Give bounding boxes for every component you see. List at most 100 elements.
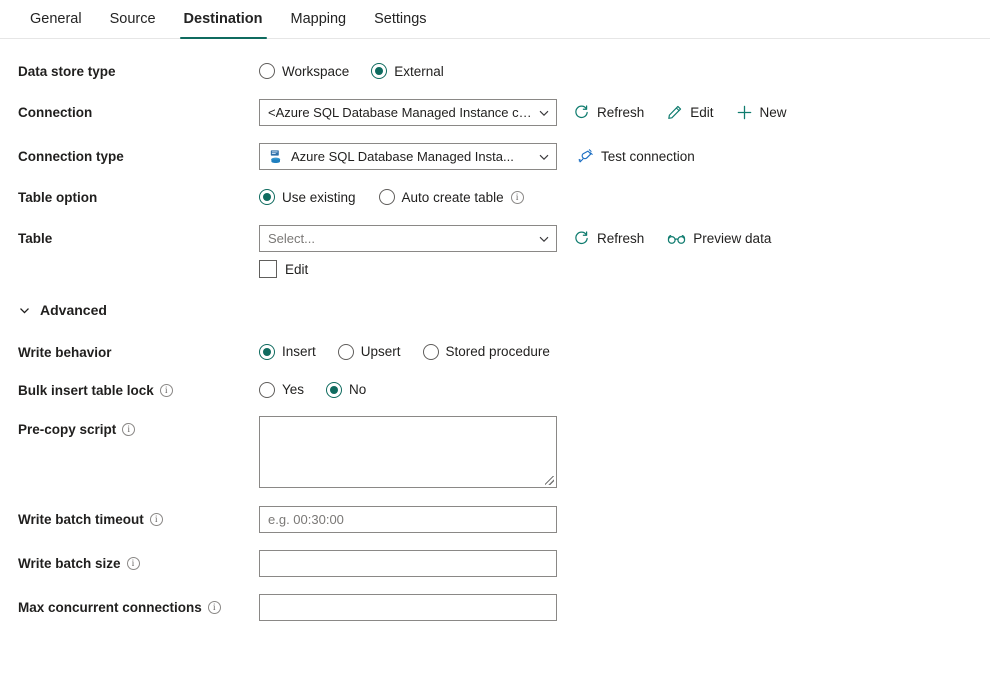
table-label-text: Table xyxy=(18,231,53,246)
write-batch-timeout-input[interactable]: e.g. 00:30:00 xyxy=(259,505,557,533)
pre-copy-script-label: Pre-copy script i xyxy=(0,416,259,443)
info-icon[interactable]: i xyxy=(207,600,221,614)
pre-copy-script-label-text: Pre-copy script xyxy=(18,421,117,437)
row-table-option: Table option Use existing Auto create ta… xyxy=(0,189,990,206)
data-store-type-radio-group: Workspace External xyxy=(259,63,444,79)
table-edit-checkbox[interactable]: Edit xyxy=(259,260,308,278)
max-concurrent-connections-label: Max concurrent connections i xyxy=(0,594,259,621)
tab-source[interactable]: Source xyxy=(96,0,170,38)
table-dropdown[interactable]: Select... xyxy=(259,225,557,252)
radio-table-option-use-existing[interactable]: Use existing xyxy=(259,189,356,205)
tab-settings-label: Settings xyxy=(374,11,427,27)
row-data-store-type: Data store type Workspace External xyxy=(0,63,990,80)
connection-type-control: Azure SQL Database Managed Insta... Test… xyxy=(259,143,990,170)
connection-label-text: Connection xyxy=(18,105,93,120)
pre-copy-script-control xyxy=(259,415,990,488)
info-icon[interactable]: i xyxy=(510,190,524,204)
connection-type-dropdown[interactable]: Azure SQL Database Managed Insta... xyxy=(259,143,557,170)
connection-new-label: New xyxy=(759,105,787,120)
radio-circle-icon xyxy=(337,343,354,360)
glasses-icon xyxy=(667,232,686,246)
advanced-section-header-wrap: Advanced xyxy=(0,302,990,322)
row-bulk-insert-table-lock: Bulk insert table lock i Yes No xyxy=(0,381,990,399)
bulk-insert-table-lock-label: Bulk insert table lock i xyxy=(0,382,259,399)
write-batch-size-label: Write batch size i xyxy=(0,550,259,577)
write-behavior-control: Insert Upsert Stored procedure xyxy=(259,343,990,360)
write-behavior-label: Write behavior xyxy=(0,344,259,361)
test-connection-label: Test connection xyxy=(601,149,695,164)
write-batch-timeout-control: e.g. 00:30:00 xyxy=(259,505,990,533)
destination-form: Data store type Workspace External Conne… xyxy=(0,63,990,621)
connection-type-label: Connection type xyxy=(0,143,259,170)
info-icon[interactable]: i xyxy=(159,383,173,397)
write-batch-size-input[interactable] xyxy=(259,549,557,577)
connection-refresh-button[interactable]: Refresh xyxy=(573,104,644,121)
radio-label: Workspace xyxy=(282,63,350,79)
radio-label: Yes xyxy=(282,382,305,397)
radio-write-behavior-stored-procedure[interactable]: Stored procedure xyxy=(422,343,550,360)
row-max-concurrent-connections: Max concurrent connections i xyxy=(0,593,990,621)
table-dropdown-placeholder: Select... xyxy=(268,231,315,246)
tab-mapping-label: Mapping xyxy=(290,11,347,27)
tab-settings[interactable]: Settings xyxy=(360,0,440,38)
connection-type-commands: Test connection xyxy=(577,148,695,165)
data-store-type-label-text: Data store type xyxy=(18,64,116,79)
connection-commands: Refresh Edit New xyxy=(573,104,787,121)
radio-bulk-insert-no[interactable]: No xyxy=(326,381,366,398)
tab-mapping[interactable]: Mapping xyxy=(277,0,361,38)
connection-new-button[interactable]: New xyxy=(736,104,787,121)
row-connection: Connection <Azure SQL Database Managed I… xyxy=(0,99,990,126)
write-batch-timeout-placeholder: e.g. 00:30:00 xyxy=(268,511,344,527)
connection-edit-label: Edit xyxy=(690,105,714,120)
table-option-label: Table option xyxy=(0,189,259,206)
radio-circle-icon xyxy=(259,63,275,79)
info-icon[interactable]: i xyxy=(149,512,163,526)
advanced-section-header[interactable]: Advanced xyxy=(0,302,107,318)
tab-general-label: General xyxy=(30,11,82,27)
tab-destination[interactable]: Destination xyxy=(170,0,277,39)
connection-type-dropdown-value: Azure SQL Database Managed Insta... xyxy=(291,149,514,164)
radio-bulk-insert-yes[interactable]: Yes xyxy=(259,381,305,398)
radio-circle-icon xyxy=(422,343,439,360)
radio-data-store-type-workspace[interactable]: Workspace xyxy=(259,63,349,79)
info-icon[interactable]: i xyxy=(126,556,140,570)
radio-data-store-type-external[interactable]: External xyxy=(371,63,444,79)
write-batch-size-label-text: Write batch size xyxy=(18,555,121,571)
table-refresh-button[interactable]: Refresh xyxy=(573,230,644,247)
connection-dropdown-value: <Azure SQL Database Managed Instance con… xyxy=(268,105,533,120)
radio-circle-selected-icon xyxy=(259,189,275,205)
bulk-insert-table-lock-radio-group: Yes No xyxy=(259,381,366,398)
radio-write-behavior-insert[interactable]: Insert xyxy=(259,343,316,360)
radio-label: Auto create table xyxy=(401,189,504,205)
connection-refresh-label: Refresh xyxy=(597,105,645,120)
tab-source-label: Source xyxy=(109,11,156,27)
table-option-control: Use existing Auto create table i xyxy=(259,189,990,205)
write-batch-timeout-label: Write batch timeout i xyxy=(0,506,259,533)
test-connection-button[interactable]: Test connection xyxy=(577,148,695,165)
radio-table-option-auto-create[interactable]: Auto create table i xyxy=(378,189,524,205)
connection-edit-button[interactable]: Edit xyxy=(666,104,714,121)
radio-write-behavior-upsert[interactable]: Upsert xyxy=(337,343,401,360)
table-control: Select... Refresh Preview data Edit xyxy=(259,225,990,278)
row-table: Table Select... Refresh Preview data Edi… xyxy=(0,225,990,278)
row-connection-type: Connection type Azure SQL Database Manag… xyxy=(0,143,990,170)
max-concurrent-connections-input[interactable] xyxy=(259,593,557,621)
plug-icon xyxy=(577,148,594,165)
max-concurrent-connections-label-text: Max concurrent connections xyxy=(18,599,202,615)
table-label: Table xyxy=(0,225,259,252)
chevron-down-icon xyxy=(18,304,31,317)
preview-data-label: Preview data xyxy=(693,231,772,246)
preview-data-button[interactable]: Preview data xyxy=(667,231,771,246)
row-write-batch-timeout: Write batch timeout i e.g. 00:30:00 xyxy=(0,505,990,533)
pre-copy-script-textarea[interactable] xyxy=(259,415,557,488)
tab-bar: General Source Destination Mapping Setti… xyxy=(0,0,990,39)
connection-control: <Azure SQL Database Managed Instance con… xyxy=(259,99,990,126)
radio-circle-icon xyxy=(378,189,395,205)
connection-dropdown[interactable]: <Azure SQL Database Managed Instance con… xyxy=(259,99,557,126)
tab-destination-label: Destination xyxy=(183,11,263,27)
pencil-icon xyxy=(666,104,683,121)
info-icon[interactable]: i xyxy=(122,422,136,436)
tab-general[interactable]: General xyxy=(16,0,96,38)
radio-circle-icon xyxy=(259,381,275,398)
radio-label: Insert xyxy=(282,344,316,359)
